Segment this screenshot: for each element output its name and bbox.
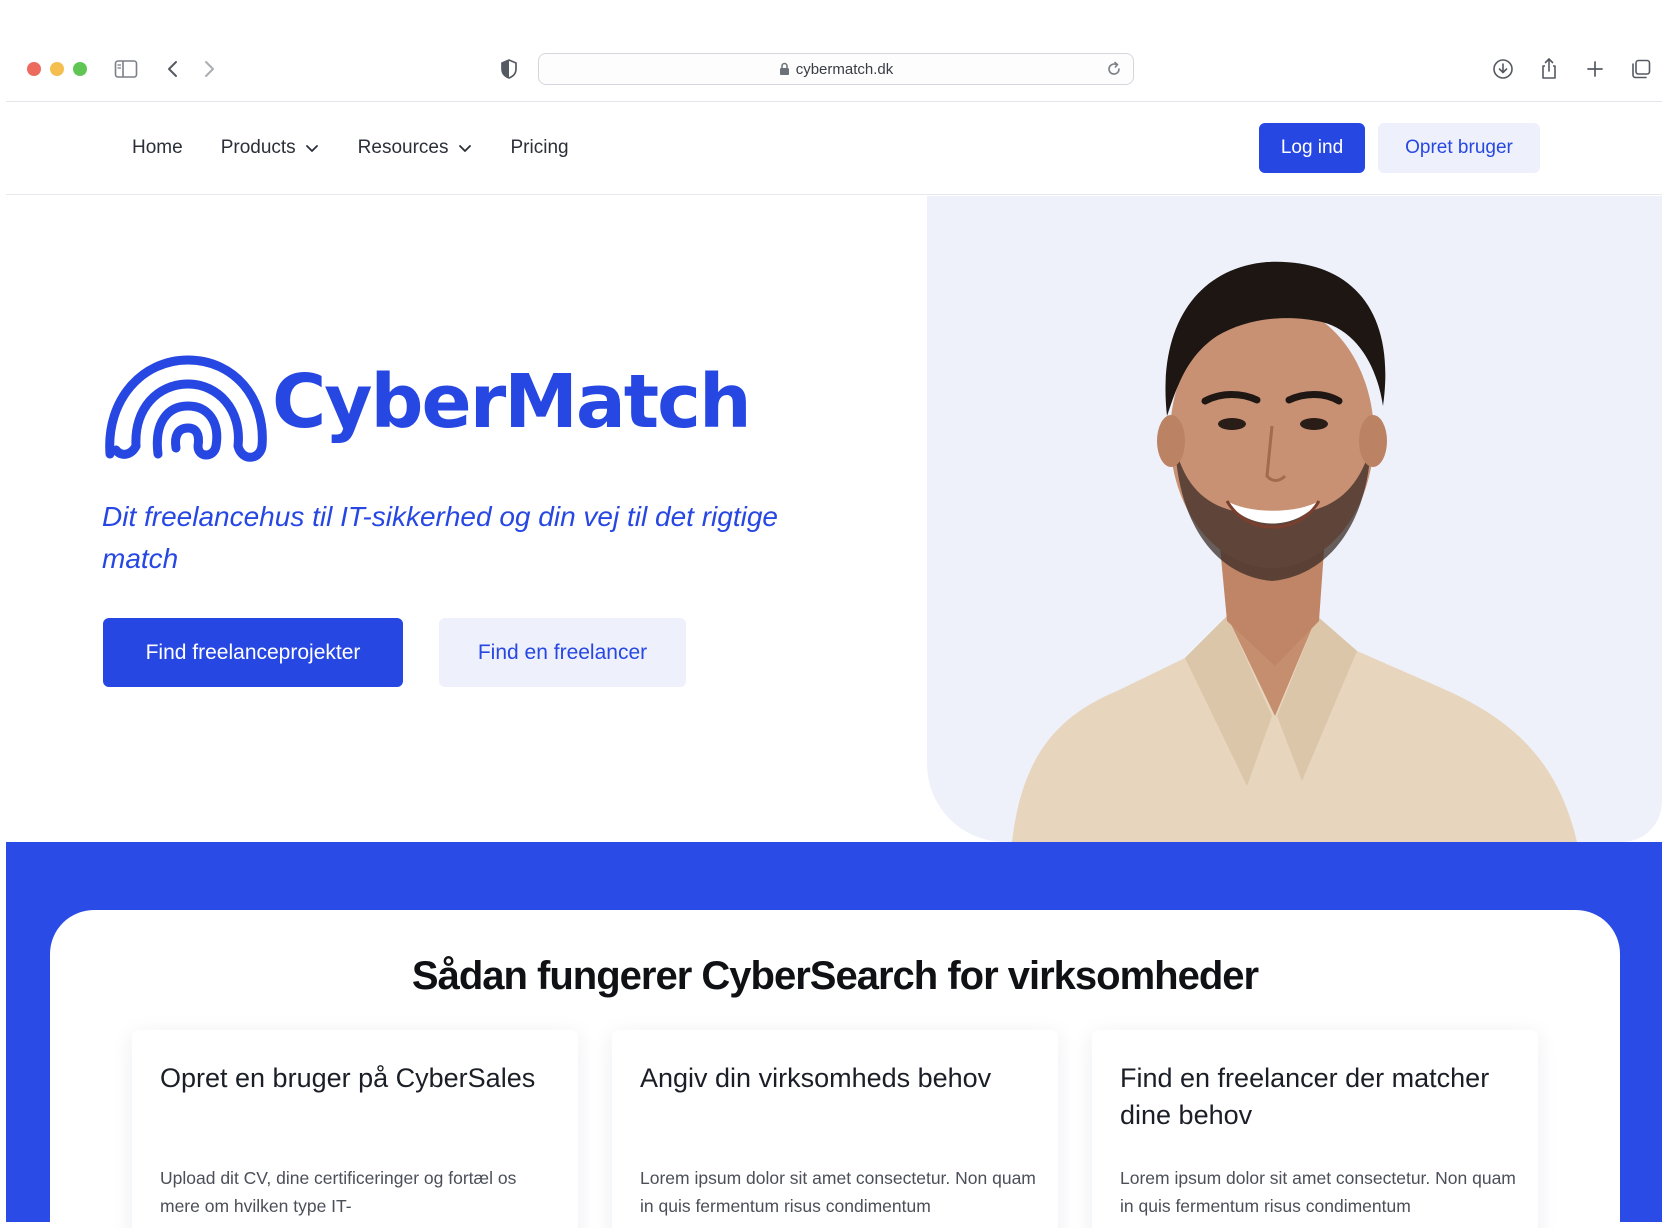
browser-toolbar: cybermatch.dk	[6, 36, 1662, 102]
nav-pricing[interactable]: Pricing	[511, 137, 569, 159]
window-controls	[27, 62, 87, 76]
step-card-body: Upload dit CV, dine certificeringer og f…	[160, 1168, 517, 1216]
cybermatch-logo[interactable]: CyberMatch	[102, 350, 752, 462]
section-title: Sådan fungerer CyberSearch for virksomhe…	[411, 954, 1259, 998]
privacy-shield-icon[interactable]	[492, 52, 526, 86]
nav-pricing-label: Pricing	[510, 137, 569, 158]
forward-arrow-icon[interactable]	[192, 52, 226, 86]
new-tab-plus-icon[interactable]	[1578, 52, 1612, 86]
nav-home-label: Home	[132, 137, 183, 158]
tab-overview-icon[interactable]	[1624, 52, 1658, 86]
main-nav: Home Products Resources Pricing	[132, 137, 569, 159]
signup-button[interactable]: Opret bruger	[1378, 123, 1540, 173]
hero-section: CyberMatch Dit freelancehus til IT-sikke…	[6, 196, 1662, 842]
share-icon[interactable]	[1532, 52, 1566, 86]
chevron-down-icon	[458, 145, 471, 152]
step-card-body: Lorem ipsum dolor sit amet consectetur. …	[640, 1168, 1036, 1216]
nav-resources-label: Resources	[357, 137, 449, 158]
close-window-button[interactable]	[27, 62, 41, 76]
sidebar-toggle-icon[interactable]	[109, 52, 143, 86]
find-freelancer-button[interactable]: Find en freelancer	[439, 618, 686, 687]
find-projects-button[interactable]: Find freelanceprojekter	[103, 618, 403, 687]
hero-tagline: Dit freelancehus til IT-sikkerhed og din…	[102, 501, 778, 574]
step-card-body: Lorem ipsum dolor sit amet consectetur. …	[1120, 1168, 1516, 1216]
hero-portrait-image	[1012, 261, 1577, 842]
nav-products-label: Products	[220, 137, 296, 158]
login-button[interactable]: Log ind	[1259, 123, 1365, 173]
nav-resources[interactable]: Resources	[358, 137, 473, 159]
chevron-down-icon	[305, 145, 318, 152]
download-icon[interactable]	[1486, 52, 1520, 86]
reload-icon[interactable]	[1105, 60, 1125, 80]
step-card-title: Opret en bruger på CyberSales	[160, 1063, 536, 1093]
step-card: Find en freelancer der matcher dine beho…	[1092, 1030, 1538, 1228]
step-card: Angiv din virksomheds behov Lorem ipsum …	[612, 1030, 1058, 1228]
zoom-window-button[interactable]	[73, 62, 87, 76]
nav-home[interactable]: Home	[132, 137, 183, 159]
step-card: Opret en bruger på CyberSales Upload dit…	[132, 1030, 578, 1228]
back-arrow-icon[interactable]	[156, 52, 190, 86]
logo-wordmark: CyberMatch	[272, 359, 752, 445]
fingerprint-logo-icon	[105, 355, 267, 462]
step-card-title: Angiv din virksomheds behov	[640, 1063, 992, 1093]
step-card-title: Find en freelancer der matcher dine beho…	[1120, 1063, 1490, 1130]
address-bar[interactable]: cybermatch.dk	[538, 53, 1134, 85]
url-display: cybermatch.dk	[539, 61, 1133, 80]
nav-products[interactable]: Products	[221, 137, 320, 159]
site-header: Home Products Resources Pricing Log ind …	[6, 103, 1662, 195]
url-text: cybermatch.dk	[795, 61, 894, 78]
how-it-works-section: Sådan fungerer CyberSearch for virksomhe…	[50, 910, 1620, 1228]
minimize-window-button[interactable]	[50, 62, 64, 76]
hero-image-panel	[927, 196, 1662, 842]
lock-icon	[779, 62, 790, 80]
